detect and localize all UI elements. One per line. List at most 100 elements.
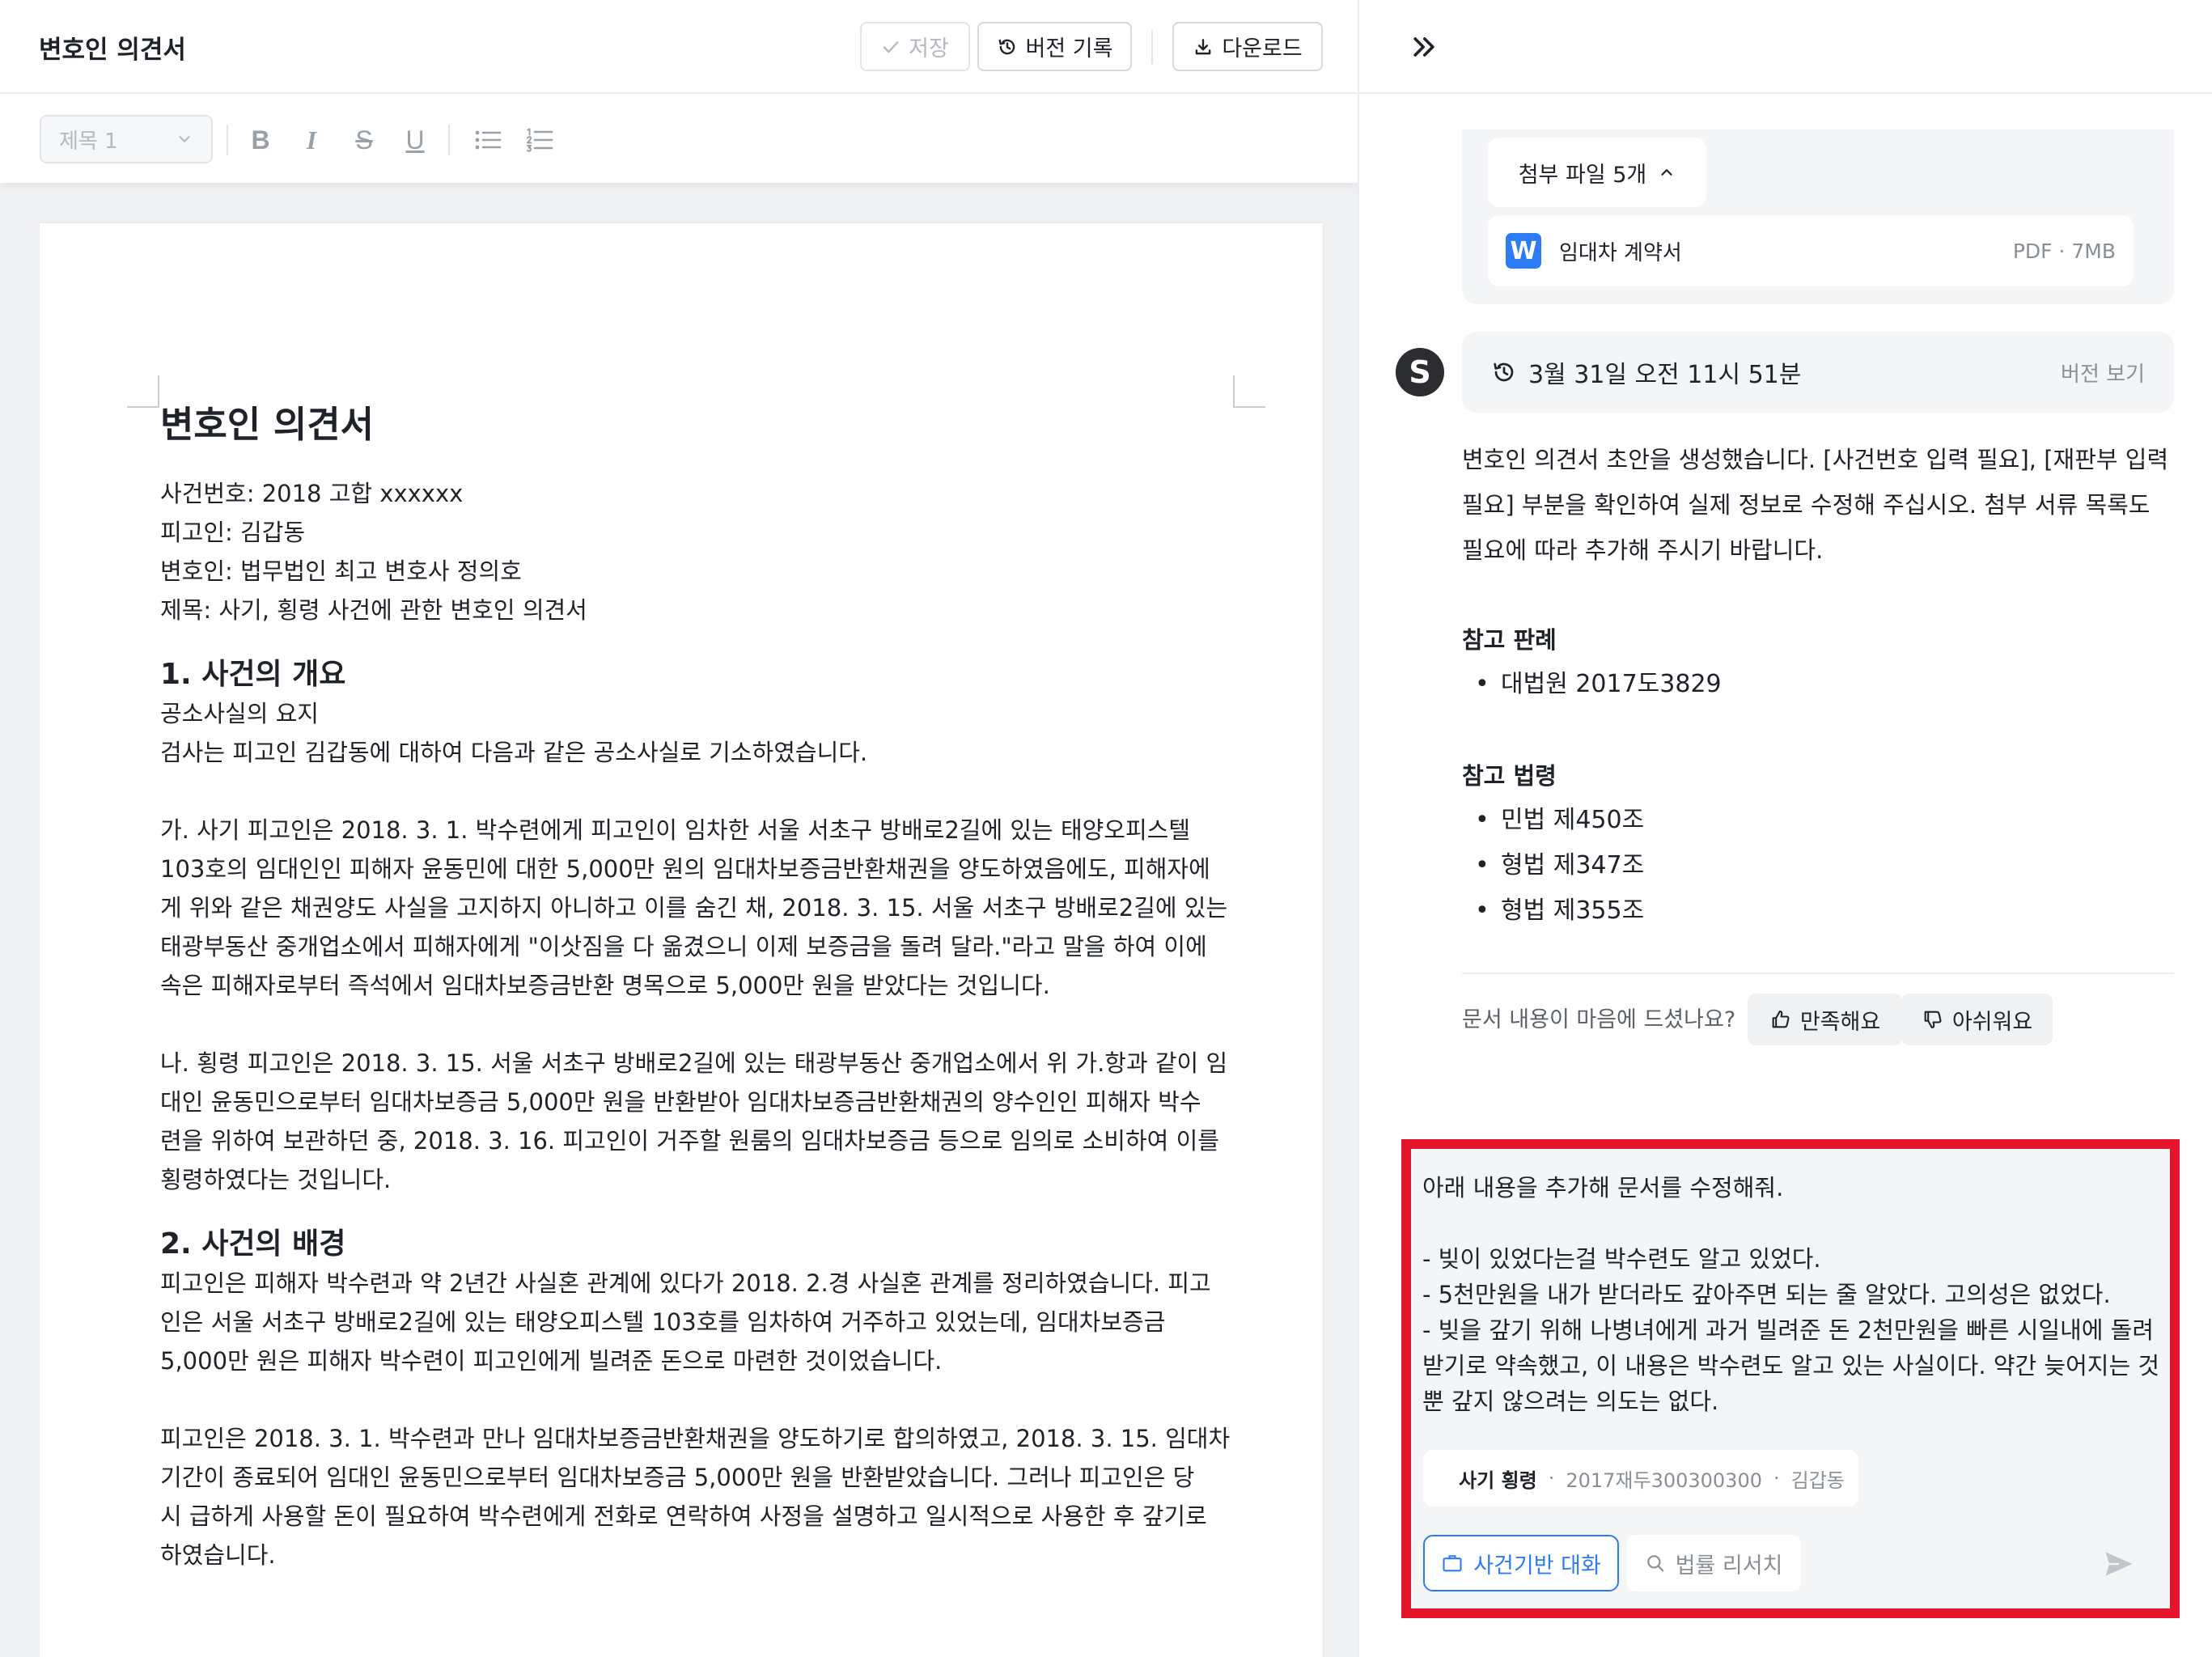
ref-cases-title: 참고 판례 <box>1462 626 1557 654</box>
case-number-line: 사건번호: 2018 고합 xxxxxx <box>160 480 464 507</box>
unsatisfied-label: 아쉬워요 <box>1951 1009 2033 1035</box>
ref-case-label: 대법원 2017도3829 <box>1501 670 1722 698</box>
editor-topbar: 변호인 의견서 저장 버전 기록 다운로드 <box>0 0 1358 94</box>
version-bar: 3월 31일 오전 11시 51분 버전 보기 <box>1462 332 2174 413</box>
feedback-question: 문서 내용이 마음에 드셨나요? <box>1462 1007 1736 1032</box>
paragraph-line: 나. 횡령 피고인은 2018. 3. 15. 서울 서초구 방배로2길에 있는… <box>160 1049 1228 1077</box>
heading-style-value: 제목 1 <box>59 129 118 154</box>
assistant-panel: 첨부 파일 5개 W 임대차 계약서 PDF · 7MB S 3월 31일 오전… <box>1358 0 2212 1657</box>
format-divider <box>227 125 228 155</box>
attachments-toggle-label: 첨부 파일 5개 <box>1518 162 1647 188</box>
unsatisfied-button[interactable]: 아쉬워요 <box>1901 994 2053 1045</box>
paragraph-line: 시 급하게 사용할 돈이 필요하여 박수련에게 전화로 연락하여 사정을 설명하… <box>160 1502 1207 1530</box>
underline-button[interactable]: U <box>396 121 434 159</box>
mode-legal-research-button[interactable]: 법률 리서치 <box>1626 1535 1801 1591</box>
italic-button[interactable]: I <box>293 121 330 159</box>
paragraph-line: 기간이 종료되어 임대인 윤동민으로부터 임대차보증금 5,000만 원을 반환… <box>160 1464 1195 1491</box>
word-file-icon: W <box>1506 233 1541 269</box>
document-editor: 변호인 의견서 저장 버전 기록 다운로드 제목 1 B I S U 변호인 의… <box>0 0 1358 1657</box>
ref-law-label: 민법 제450조 <box>1501 806 1645 834</box>
paragraph-background: 피고인은 피해자 박수련과 약 2년간 사실혼 관계에 있다가 2018. 2.… <box>160 1264 1269 1380</box>
paragraph-line: 공소사실의 요지 <box>160 700 319 727</box>
bold-icon: B <box>251 125 270 155</box>
format-divider <box>448 125 450 155</box>
underline-icon: U <box>405 125 425 155</box>
thumbs-up-icon <box>1772 1011 1790 1028</box>
save-button-label: 저장 <box>909 36 949 61</box>
briefcase-icon <box>1443 1555 1462 1572</box>
separator-dot: · <box>1773 1467 1780 1490</box>
download-label: 다운로드 <box>1222 36 1303 61</box>
subject-line: 제목: 사기, 횡령 사건에 관한 변호인 의견서 <box>160 596 587 624</box>
toolbar-divider <box>1151 30 1153 64</box>
download-button[interactable]: 다운로드 <box>1172 22 1323 71</box>
attachments-toggle[interactable]: 첨부 파일 5개 <box>1488 138 1706 207</box>
strikethrough-icon: S <box>355 125 373 155</box>
document-page[interactable]: 변호인 의견서 사건번호: 2018 고합 xxxxxx 피고인: 김갑동 변호… <box>40 223 1323 1657</box>
separator-dot: · <box>1548 1467 1555 1490</box>
paragraph-line: 103호의 임대인인 피해자 윤동민에 대한 5,000만 원의 임대차보증금반… <box>160 855 1210 883</box>
paragraph-embezzlement: 나. 횡령 피고인은 2018. 3. 15. 서울 서초구 방배로2길에 있는… <box>160 1044 1269 1199</box>
heading-style-select[interactable]: 제목 1 <box>40 115 213 163</box>
paragraph-line: 대인 윤동민으로부터 임대차보증금 5,000만 원을 반환받아 임대차보증금반… <box>160 1088 1201 1116</box>
bullet-icon: • <box>1475 806 1489 834</box>
chat-input-text[interactable]: 아래 내용을 추가해 문서를 수정해줘. - 빚이 있었다는걸 박수련도 알고 … <box>1422 1170 2160 1419</box>
send-icon[interactable] <box>2101 1546 2137 1582</box>
ref-law-label: 형법 제355조 <box>1501 896 1645 925</box>
ref-law-item[interactable]: • 형법 제355조 <box>1462 888 1644 934</box>
document-heading: 변호인 의견서 <box>160 403 375 446</box>
ref-case-item[interactable]: • 대법원 2017도3829 <box>1462 662 1722 707</box>
bullet-icon: • <box>1475 670 1489 698</box>
mode-case-chat-button[interactable]: 사건기반 대화 <box>1423 1535 1619 1591</box>
chevron-down-icon <box>179 136 190 142</box>
paragraph-line: 인은 서울 서초구 방배로2길에 있는 태양오피스텔 103호를 임차하여 거주… <box>160 1308 1166 1336</box>
version-history-button[interactable]: 버전 기록 <box>977 22 1132 71</box>
attachment-item[interactable]: W 임대차 계약서 PDF · 7MB <box>1488 215 2134 286</box>
strikethrough-button[interactable]: S <box>345 121 383 159</box>
attachment-name: 임대차 계약서 <box>1559 240 1682 265</box>
section-title: 1. 사건의 개요 <box>160 658 346 691</box>
case-context-chip[interactable]: 사기 횡령 · 2017재두300300300 · 김갑동 <box>1423 1450 1858 1507</box>
page-margin-mark <box>127 375 159 408</box>
bullet-icon: • <box>1475 851 1489 879</box>
paragraph-line: 횡령하였다는 것입니다. <box>160 1166 392 1193</box>
ref-cases-list: • 대법원 2017도3829 <box>1462 662 1722 707</box>
paragraph-line: 피고인은 2018. 3. 1. 박수련과 만나 임대차보증금반환채권을 양도하… <box>160 1425 1231 1452</box>
check-icon <box>883 40 899 53</box>
bullet-list-button[interactable] <box>469 121 506 159</box>
save-button[interactable]: 저장 <box>860 22 970 71</box>
ref-laws-list: • 민법 제450조 • 형법 제347조 • 형법 제355조 <box>1462 798 1644 934</box>
bold-button[interactable]: B <box>242 121 279 159</box>
mode-case-chat-label: 사건기반 대화 <box>1473 1553 1601 1579</box>
document-body[interactable]: 변호인 의견서 사건번호: 2018 고합 xxxxxx 피고인: 김갑동 변호… <box>160 403 1269 1574</box>
search-icon <box>1646 1555 1663 1572</box>
ref-law-label: 형법 제347조 <box>1501 851 1645 879</box>
panel-header <box>1359 0 2212 94</box>
mode-legal-research-label: 법률 리서치 <box>1675 1553 1783 1579</box>
ref-law-item[interactable]: • 민법 제450조 <box>1462 798 1644 843</box>
italic-icon: I <box>306 125 317 155</box>
bullet-list-icon <box>475 130 502 150</box>
satisfied-button[interactable]: 만족해요 <box>1748 994 1902 1045</box>
case-chip-party: 김갑동 <box>1790 1468 1845 1492</box>
paragraph-line: 게 위와 같은 채권양도 사실을 고지하지 아니하고 이를 숨긴 채, 2018… <box>160 894 1228 922</box>
paragraph-line: 가. 사기 피고인은 2018. 3. 1. 박수련에게 피고인이 임차한 서울… <box>160 816 1191 844</box>
ref-law-item[interactable]: • 형법 제347조 <box>1462 843 1644 888</box>
format-toolbar: 제목 1 B I S U <box>0 94 1358 183</box>
paragraph-line: 피고인은 피해자 박수련과 약 2년간 사실혼 관계에 있다가 2018. 2.… <box>160 1269 1211 1297</box>
case-meta: 사건번호: 2018 고합 xxxxxx 피고인: 김갑동 변호인: 법무법인 … <box>160 474 1269 629</box>
paragraph-line: 속은 피해자로부터 즉석에서 임대차보증금반환 명목으로 5,000만 원을 받… <box>160 972 1050 999</box>
paragraph-fraud: 가. 사기 피고인은 2018. 3. 1. 박수련에게 피고인이 임차한 서울… <box>160 811 1269 1005</box>
ref-laws-title: 참고 법령 <box>1462 762 1557 790</box>
bullet-icon: • <box>1475 896 1489 925</box>
attachment-meta: PDF · 7MB <box>2012 239 2116 263</box>
history-icon <box>998 39 1015 54</box>
numbered-list-button[interactable] <box>521 121 558 159</box>
history-icon <box>1494 362 1514 382</box>
case-chip-name: 사기 횡령 <box>1459 1468 1537 1492</box>
divider <box>1462 973 2174 974</box>
view-version-link[interactable]: 버전 보기 <box>2061 358 2145 388</box>
section-title: 2. 사건의 배경 <box>160 1227 346 1261</box>
paragraph-line: 태광부동산 중개업소에서 피해자에게 "이삿짐을 다 옮겼으니 이제 보증금을 … <box>160 933 1207 960</box>
collapse-panel-icon[interactable] <box>1408 31 1440 63</box>
